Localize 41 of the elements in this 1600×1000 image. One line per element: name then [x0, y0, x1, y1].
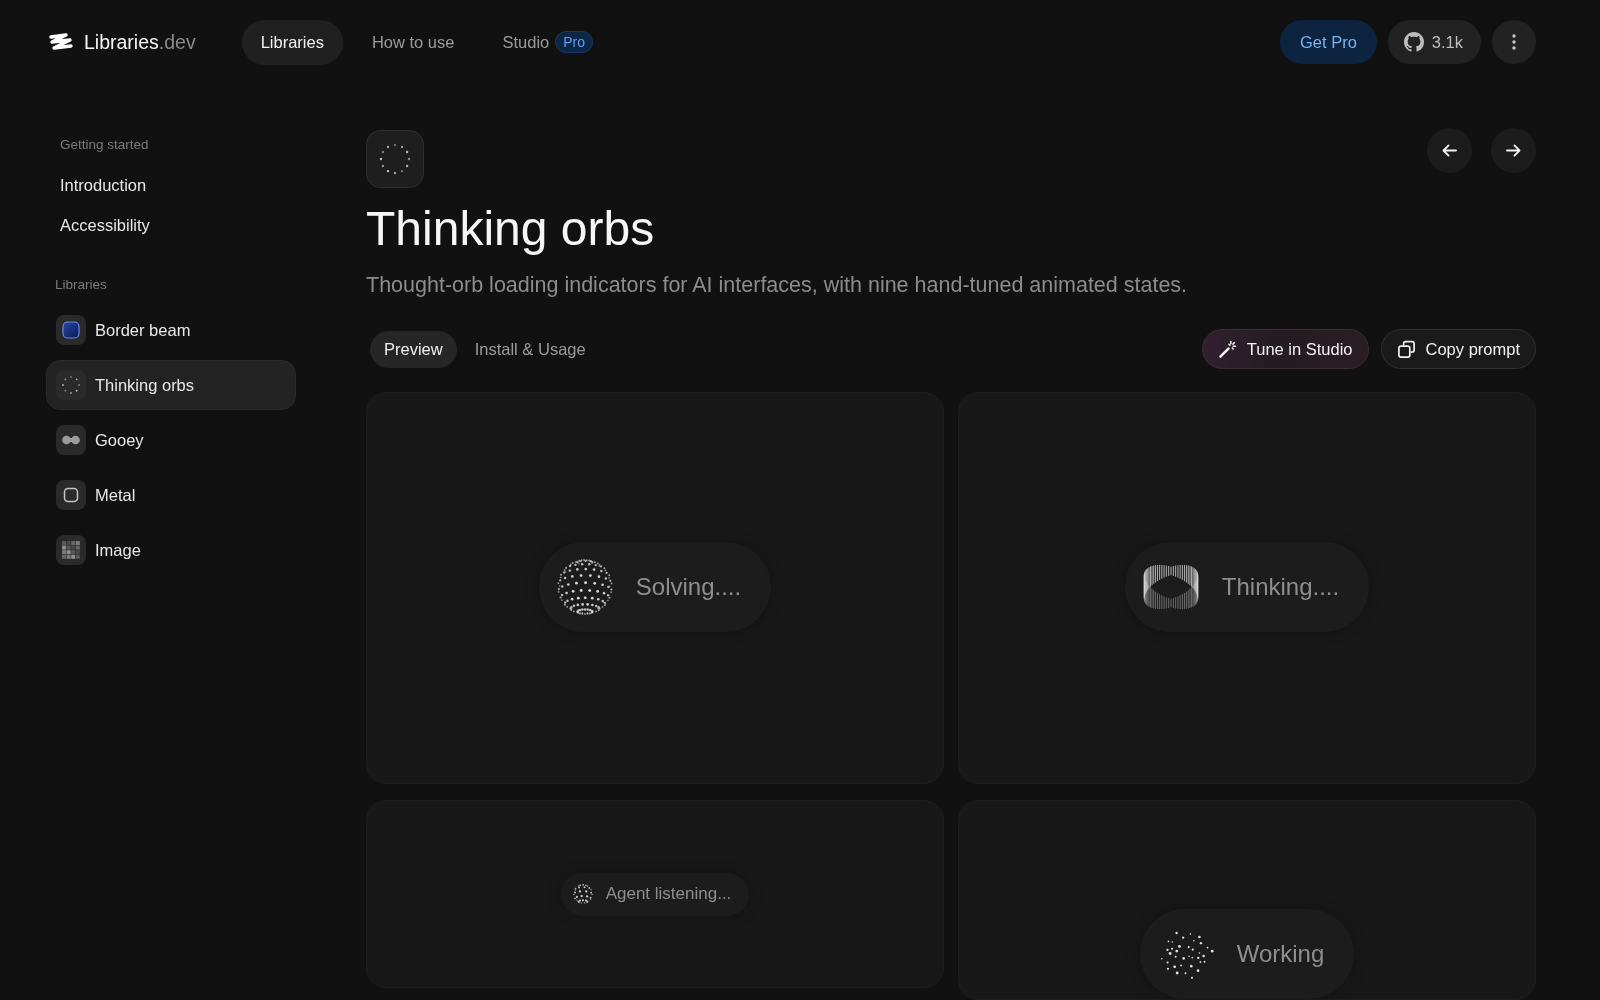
blob-pair-icon: [56, 425, 86, 455]
sidebar-item[interactable]: Gooey: [46, 415, 296, 465]
nav-tab[interactable]: Studio: [483, 19, 550, 65]
logo-text[interactable]: Libraries.dev: [84, 30, 196, 54]
arrow-left-icon: [1442, 144, 1457, 157]
sidebar-item[interactable]: Metal: [46, 470, 296, 520]
dotted-sphere-icon: [572, 884, 593, 904]
status-text: Working: [1236, 940, 1325, 968]
copy-prompt-button[interactable]: Copy prompt: [1380, 329, 1536, 369]
logo-icon: [47, 32, 75, 52]
content-tab[interactable]: Install & Usage: [460, 330, 600, 368]
nav-tab[interactable]: How to use: [352, 19, 474, 65]
section-heading: Getting started: [59, 136, 150, 154]
status-text: Solving....: [635, 573, 742, 601]
copy-icon: [1396, 339, 1416, 359]
next-button[interactable]: [1491, 128, 1536, 173]
page-description: Thought-orb loading indicators for AI interfaces, with nine hand-tuned animated states.: [366, 272, 1189, 299]
sidebar-item[interactable]: Image: [46, 525, 296, 575]
pro-badge: Pro: [555, 31, 594, 53]
section-heading: Libraries: [54, 276, 108, 294]
tune-in-studio-button[interactable]: Tune in Studio: [1201, 329, 1369, 369]
nav-tab[interactable]: Libraries: [241, 19, 343, 65]
magic-wand-icon: [1217, 339, 1237, 359]
sidebar-item[interactable]: Thinking orbs: [46, 360, 296, 410]
sidebar-item[interactable]: Introduction: [46, 165, 296, 205]
rounded-square-icon: [56, 315, 86, 345]
status-text: Agent listening...: [605, 884, 732, 904]
page-title: Thinking orbs: [366, 201, 656, 256]
arrow-right-icon: [1506, 144, 1521, 157]
content-tab[interactable]: Preview: [370, 330, 457, 368]
more-icon: [1512, 34, 1516, 50]
sidebar-item[interactable]: Border beam: [46, 305, 296, 355]
github-icon: [1403, 32, 1424, 52]
dotted-sphere-icon: [555, 558, 614, 616]
status-text: Thinking....: [1221, 573, 1340, 601]
previous-button[interactable]: [1427, 128, 1472, 173]
square-outline-icon: [56, 480, 86, 510]
sidebar-item[interactable]: Accessibility: [46, 205, 296, 245]
get-pro-button[interactable]: Get Pro: [1279, 20, 1377, 64]
pixel-grid-icon: [56, 535, 86, 565]
github-stars-button[interactable]: 3.1k: [1387, 20, 1481, 64]
